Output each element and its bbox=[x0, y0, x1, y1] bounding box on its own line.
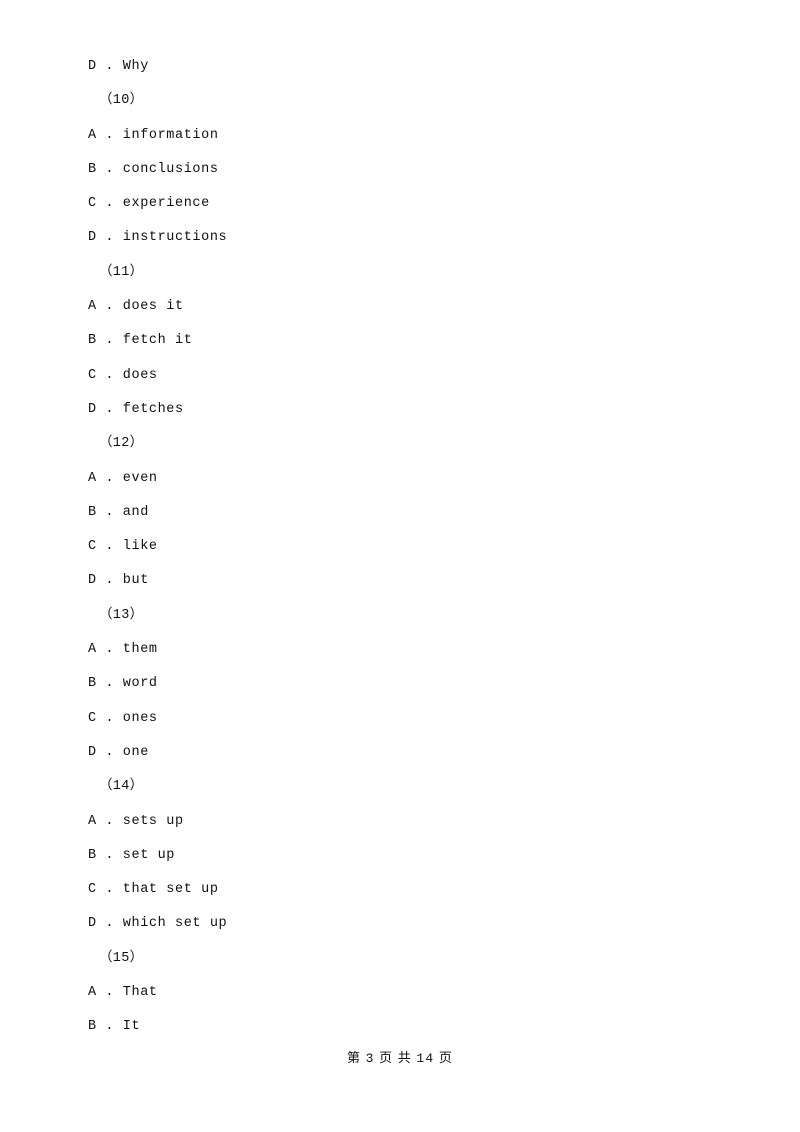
answer-option: A . them bbox=[88, 642, 158, 658]
question-number: （15） bbox=[99, 950, 144, 966]
footer-suffix: 页 bbox=[438, 1050, 454, 1065]
answer-option: C . ones bbox=[88, 710, 158, 726]
question-number: （11） bbox=[99, 264, 144, 280]
answer-option: B . It bbox=[88, 1019, 141, 1035]
answer-option: D . but bbox=[88, 573, 149, 589]
answer-option: B . word bbox=[88, 676, 158, 692]
answer-option: B . and bbox=[88, 504, 149, 520]
page-footer: 第 3 页 共 14 页 bbox=[0, 1047, 800, 1066]
answer-option: B . set up bbox=[88, 847, 176, 863]
answer-option: B . fetch it bbox=[88, 333, 193, 349]
answer-option: B . conclusions bbox=[88, 161, 219, 177]
document-body: D . Why （10） A . information B . conclus… bbox=[60, 40, 740, 1045]
answer-option: C . that set up bbox=[88, 882, 219, 898]
answer-option: D . which set up bbox=[88, 916, 228, 932]
answer-option: D . Why bbox=[88, 59, 149, 74]
question-number: （13） bbox=[99, 607, 144, 623]
answer-option: A . That bbox=[88, 985, 158, 1001]
question-number: （14） bbox=[99, 779, 144, 795]
answer-option: A . sets up bbox=[88, 813, 184, 829]
footer-prefix: 第 bbox=[346, 1050, 362, 1065]
footer-current-page: 3 bbox=[365, 1051, 375, 1066]
answer-option: A . even bbox=[88, 470, 158, 486]
document-page: D . Why （10） A . information B . conclus… bbox=[0, 0, 800, 1132]
answer-option: A . information bbox=[88, 127, 219, 143]
footer-middle: 页 共 bbox=[379, 1050, 412, 1065]
answer-option: D . instructions bbox=[88, 230, 228, 246]
answer-option: A . does it bbox=[88, 299, 184, 315]
footer-total-pages: 14 bbox=[416, 1051, 435, 1066]
answer-option: C . does bbox=[88, 367, 158, 383]
answer-option: D . fetches bbox=[88, 401, 184, 417]
answer-option: C . like bbox=[88, 539, 158, 555]
answer-option: C . experience bbox=[88, 196, 210, 212]
answer-option: D . one bbox=[88, 744, 149, 760]
question-number: （10） bbox=[99, 93, 144, 109]
question-number: （12） bbox=[99, 436, 144, 452]
